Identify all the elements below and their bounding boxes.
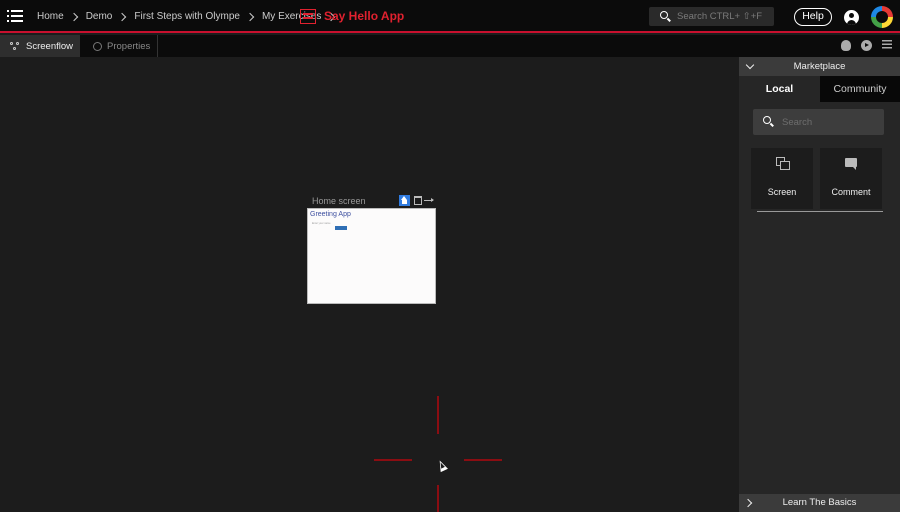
menu-icon[interactable] xyxy=(7,9,23,23)
global-search-input[interactable]: Search CTRL+ ⇧+F xyxy=(649,7,774,26)
tab-community[interactable]: Community xyxy=(820,76,900,102)
trash-icon[interactable] xyxy=(414,196,422,205)
chevron-right-icon xyxy=(118,12,127,21)
breadcrumb: Home Demo First Steps with Olympe My Exe… xyxy=(37,0,343,33)
toolbar: Screenflow Properties xyxy=(0,35,900,57)
learn-basics-label: Learn The Basics xyxy=(782,497,857,508)
tile-screen[interactable]: Screen xyxy=(751,148,813,209)
screen-icon xyxy=(776,157,790,170)
mouse-cursor-icon xyxy=(436,458,448,473)
learn-basics-footer[interactable]: Learn The Basics xyxy=(739,494,900,512)
arrow-right-icon[interactable] xyxy=(424,197,434,203)
screen-preview[interactable]: Greeting App Enter your name xyxy=(307,208,436,304)
debug-icon[interactable] xyxy=(841,40,851,51)
marketplace-title: Marketplace xyxy=(793,61,846,72)
run-icon[interactable] xyxy=(861,40,872,51)
top-bar: Home Demo First Steps with Olympe My Exe… xyxy=(0,0,900,33)
breadcrumb-demo[interactable]: Demo xyxy=(86,11,113,22)
screen-label: Home screen xyxy=(312,196,366,206)
preview-title: Greeting App xyxy=(310,211,351,218)
marketplace-search-placeholder: Search xyxy=(782,117,813,128)
tab-screenflow[interactable]: Screenflow xyxy=(0,35,80,57)
comment-icon xyxy=(845,158,857,170)
chevron-down-icon[interactable] xyxy=(745,60,755,70)
screenflow-canvas[interactable]: Home screen Greeting App Enter your name xyxy=(0,57,739,512)
help-button[interactable]: Help xyxy=(794,8,832,26)
tile-comment-label: Comment xyxy=(831,187,871,197)
marketplace-search-input[interactable]: Search xyxy=(753,109,884,135)
tab-properties[interactable]: Properties xyxy=(81,35,158,57)
marketplace-header[interactable]: Marketplace xyxy=(739,57,900,76)
breadcrumb-first-steps[interactable]: First Steps with Olympe xyxy=(134,11,240,22)
tab-properties-label: Properties xyxy=(107,40,151,52)
tab-screenflow-label: Screenflow xyxy=(26,40,73,52)
olympe-logo-icon xyxy=(871,6,893,28)
tile-comment[interactable]: Comment xyxy=(820,148,882,209)
screenflow-icon xyxy=(10,41,21,51)
preview-field: Enter your name xyxy=(312,222,331,225)
marketplace-tabs: Local Community xyxy=(739,76,900,102)
chevron-right-icon[interactable] xyxy=(743,498,753,508)
chevron-right-icon xyxy=(69,12,78,21)
account-icon[interactable] xyxy=(844,10,859,25)
search-icon xyxy=(763,116,771,124)
tile-screen-label: Screen xyxy=(767,187,797,197)
search-placeholder: Search CTRL+ ⇧+F xyxy=(677,11,763,22)
tab-local[interactable]: Local xyxy=(739,76,820,102)
properties-icon xyxy=(93,41,102,51)
app-title: Say Hello App xyxy=(324,9,405,23)
toolbar-actions xyxy=(841,40,892,51)
marketplace-panel: Marketplace Local Community Search Scree… xyxy=(739,57,900,512)
home-icon[interactable] xyxy=(399,195,410,206)
divider xyxy=(757,211,883,212)
search-icon xyxy=(660,11,668,19)
preview-button xyxy=(335,226,347,230)
chevron-right-icon xyxy=(245,12,255,21)
settings-icon[interactable] xyxy=(882,40,892,50)
app-icon xyxy=(300,9,316,24)
breadcrumb-home[interactable]: Home xyxy=(37,11,64,22)
